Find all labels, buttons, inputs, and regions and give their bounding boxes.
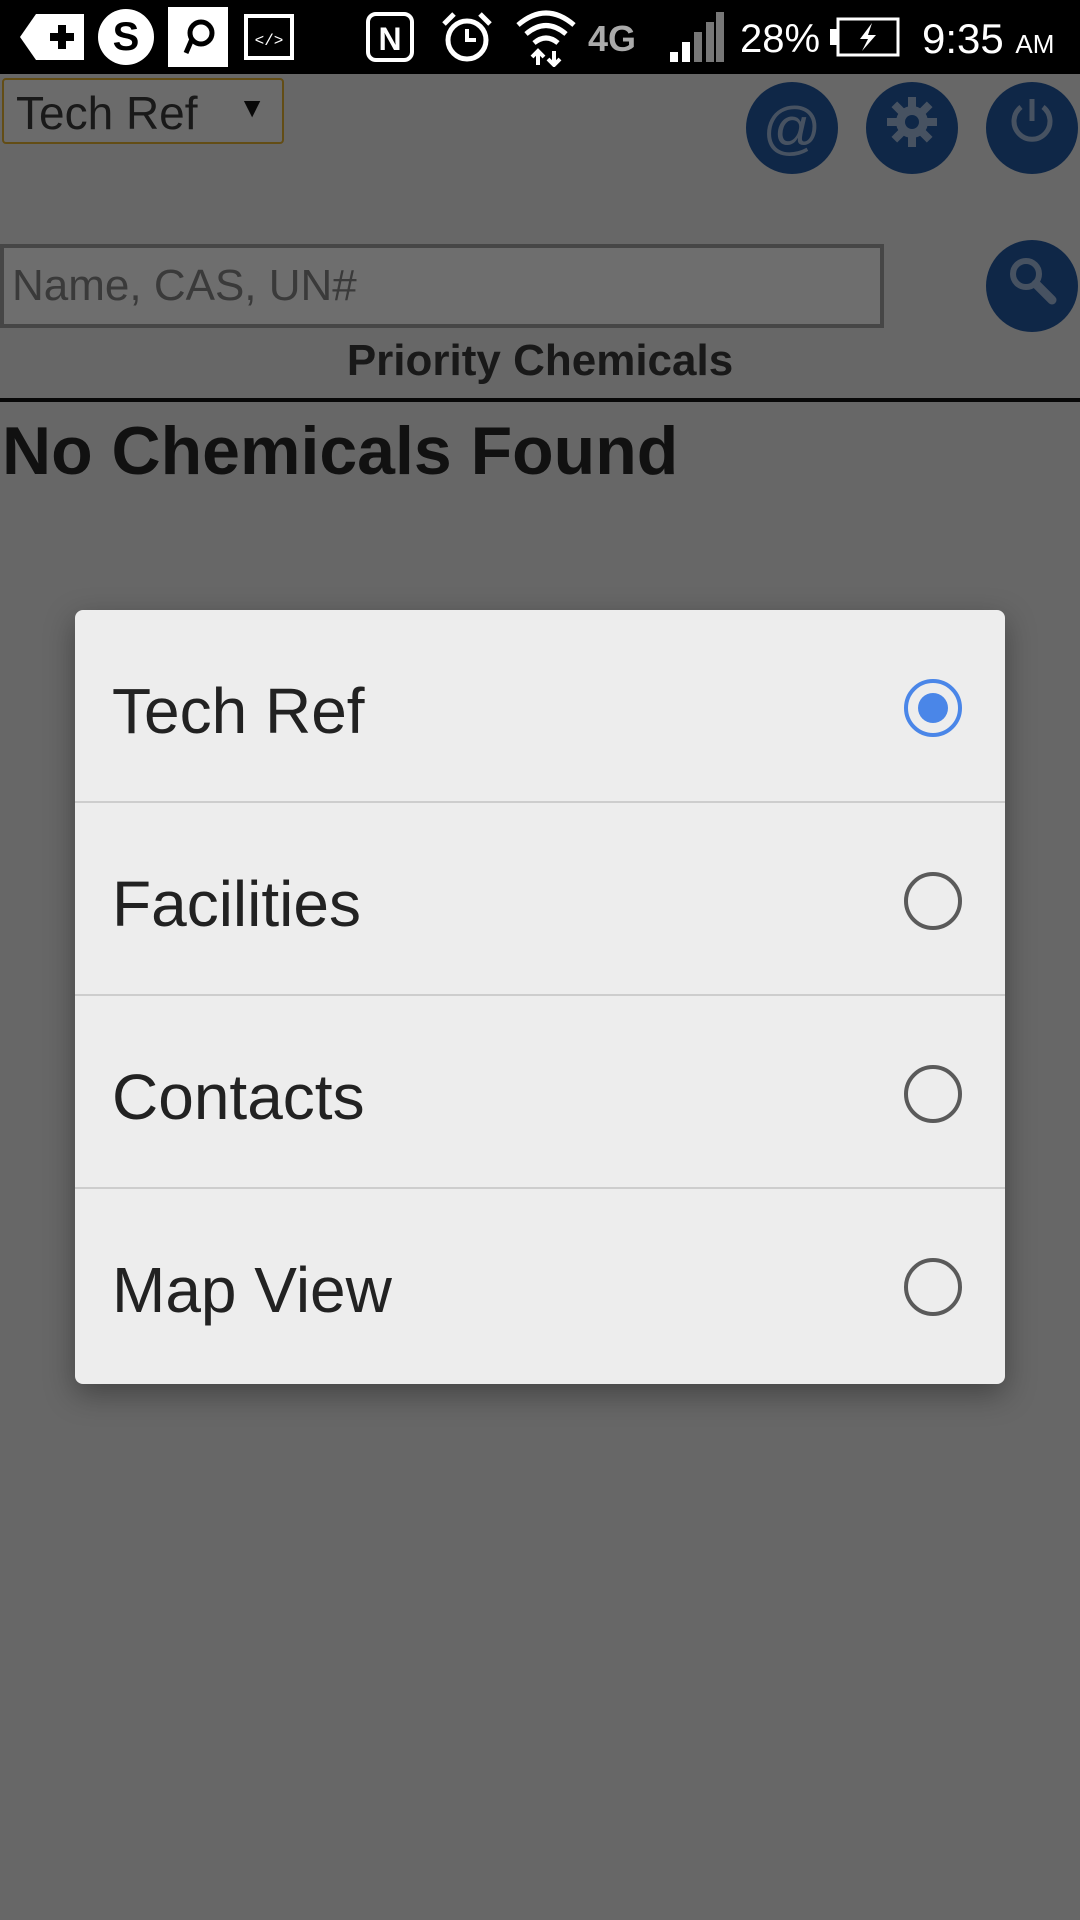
svg-text:N: N [378, 21, 401, 57]
clock-time: 9:35 [922, 15, 1004, 62]
radio-button[interactable] [904, 872, 962, 930]
option-label: Contacts [112, 1061, 365, 1133]
option-label: Facilities [112, 868, 361, 940]
alarm-icon [440, 10, 494, 64]
app-p-icon [168, 7, 228, 67]
skype-icon: S [96, 9, 156, 65]
network-type: 4G [588, 18, 637, 59]
clock-ampm: AM [1015, 29, 1055, 59]
mode-picker-dialog: Tech Ref Facilities Contacts Map View [75, 610, 1005, 1384]
option-label: Tech Ref [112, 675, 365, 747]
svg-text:S: S [113, 15, 140, 59]
svg-text:</>: </> [255, 32, 284, 50]
option-facilities[interactable]: Facilities [75, 803, 1005, 996]
wifi-icon [514, 10, 578, 67]
radio-button[interactable] [904, 1065, 962, 1123]
battery-percent: 28% [740, 17, 821, 61]
nfc-icon: N [366, 10, 414, 64]
signal-icon [668, 10, 724, 64]
clock: 9:35 AM [922, 0, 1054, 74]
code-icon: </> [244, 10, 294, 64]
battery-charging-icon [830, 10, 900, 64]
option-tech-ref[interactable]: Tech Ref [75, 610, 1005, 803]
option-map-view[interactable]: Map View [75, 1189, 1005, 1382]
status-bar: S </> N 4G 28% 9:35 AM [0, 0, 1080, 74]
option-label: Map View [112, 1254, 392, 1326]
option-contacts[interactable]: Contacts [75, 996, 1005, 1189]
radio-button[interactable] [904, 1258, 962, 1316]
add-notification-icon [20, 10, 84, 64]
radio-button-selected[interactable] [904, 679, 962, 737]
